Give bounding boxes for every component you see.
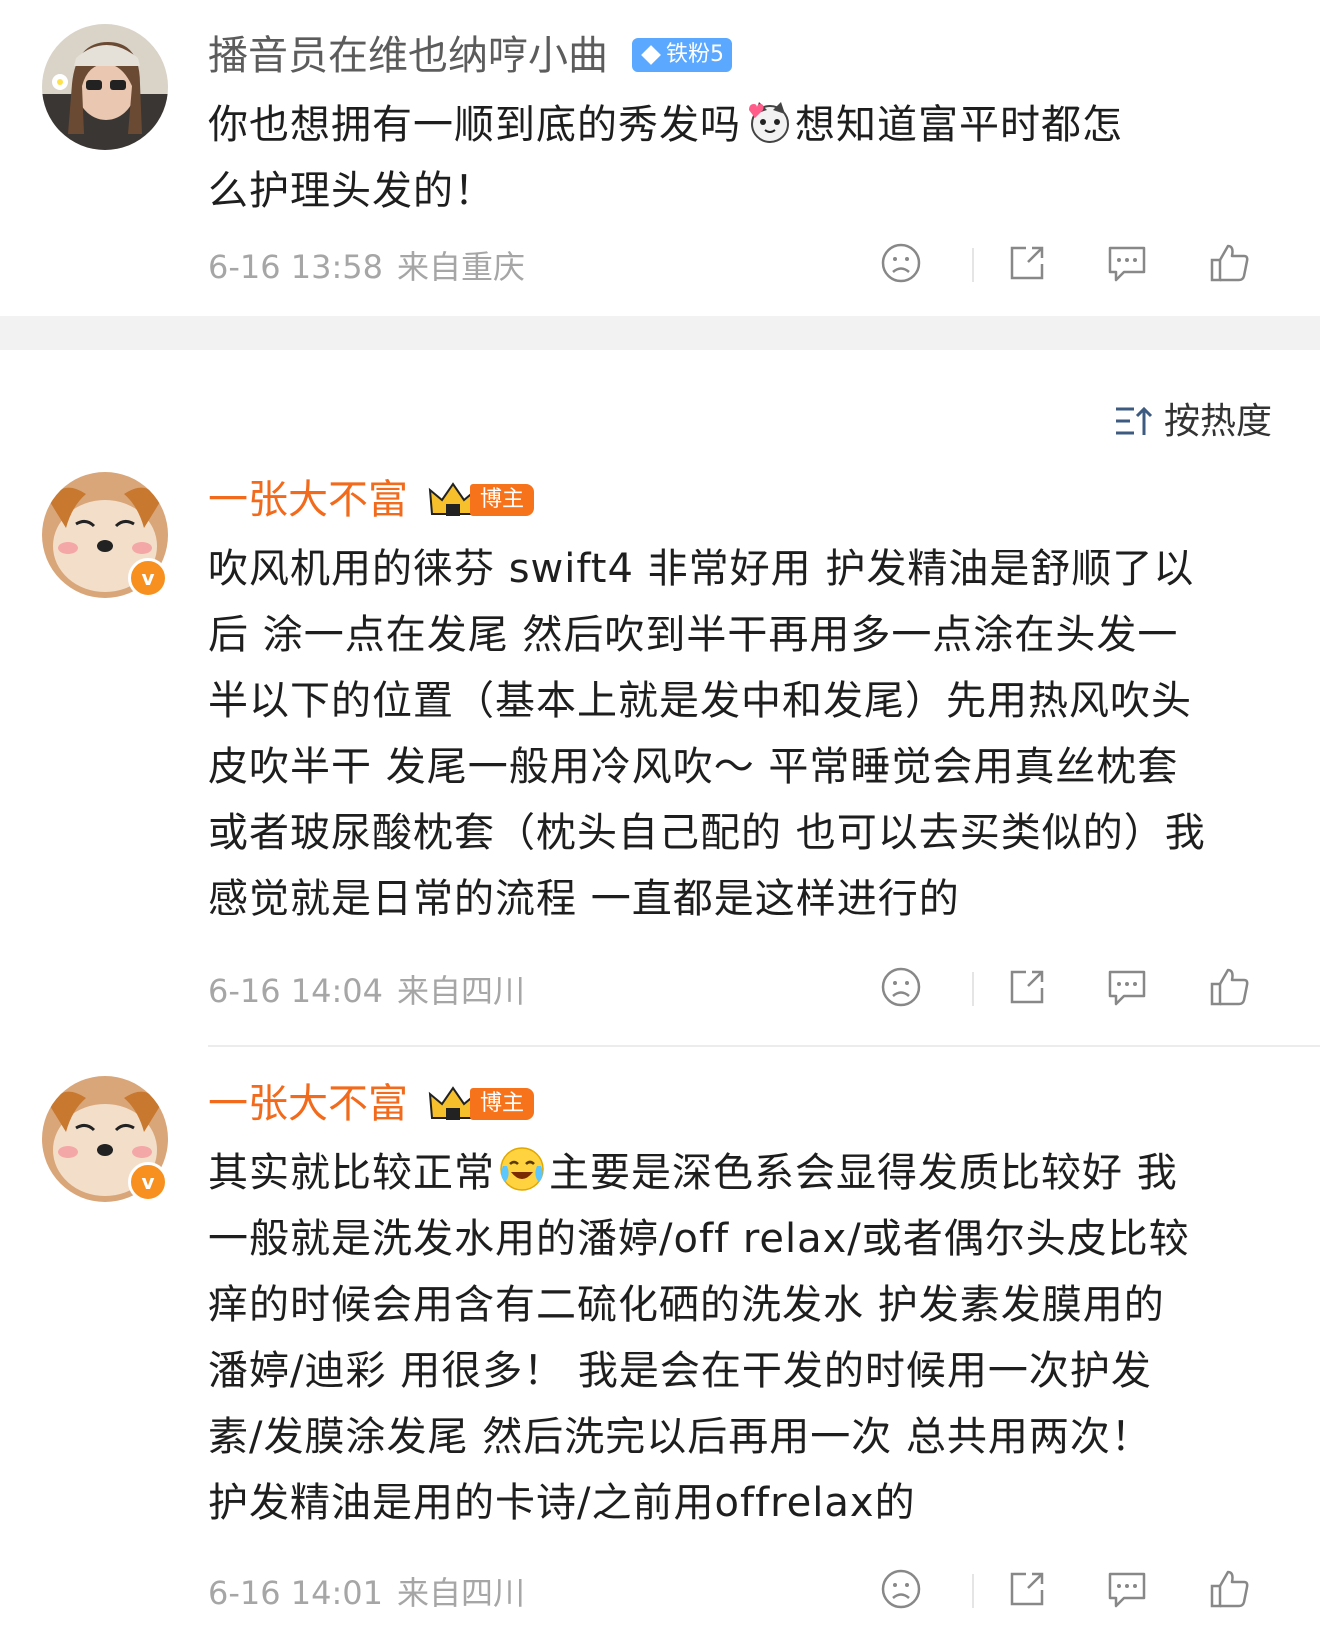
host-badge: 博主 <box>428 480 538 520</box>
like-button[interactable] <box>1206 964 1252 1010</box>
comment-username[interactable]: 一张大不富 <box>208 474 408 526</box>
host-badge: 博主 <box>428 1084 538 1124</box>
comment-meta: 6-16 14:04 来自四川 <box>208 966 525 1012</box>
comment-text-line: 后 涂一点在发尾 然后吹到半干再用多一点涂在头发一 <box>208 612 1179 658</box>
sad-face-icon <box>881 1569 921 1609</box>
comment-separator <box>208 1045 1320 1047</box>
comment-text-line: 其实就比较正常 主要是深色系会显得发质比较好 我 <box>208 1140 1268 1206</box>
fan-level-badge: 铁粉5 <box>632 38 732 72</box>
comment-button[interactable] <box>1104 964 1150 1010</box>
avatar[interactable] <box>42 24 168 150</box>
post-text: 你也想拥有一顺到底的秀发吗 想知道富平时都怎 么护理头发的！ <box>208 92 1268 224</box>
cat-heart-emoji <box>749 102 789 143</box>
comment-location: 来自四川 <box>397 972 526 1010</box>
comment-actions <box>878 1566 1278 1616</box>
comment-text-line: 半以下的位置（基本上就是发中和发尾）先用热风吹头 <box>208 678 1192 724</box>
comment-username[interactable]: 一张大不富 <box>208 1078 408 1130</box>
sort-toggle[interactable]: 按热度 <box>1114 392 1272 444</box>
dislike-button[interactable] <box>878 240 924 286</box>
sad-face-icon <box>881 967 921 1007</box>
comment-text-line: 皮吹半干 发尾一般用冷风吹～ 平常睡觉会用真丝枕套 <box>208 744 1179 790</box>
comment-text-line: 潘婷/迪彩 用很多！ 我是会在干发的时候用一次护发 <box>208 1348 1152 1394</box>
comment-text: 吹风机用的徕芬 swift4 非常好用 护发精油是舒顺了以 后 涂一点在发尾 然… <box>208 536 1268 932</box>
like-button[interactable] <box>1206 240 1252 286</box>
sort-label: 按热度 <box>1163 401 1272 442</box>
comment-text-line: 一般就是洗发水用的潘婷/off relax/或者偶尔头皮比较 <box>208 1216 1190 1262</box>
sort-icon <box>1115 406 1153 435</box>
comment-actions <box>878 964 1278 1014</box>
comment-text-line: 素/发膜涂发尾 然后洗完以后再用一次 总共用两次！ <box>208 1414 1152 1460</box>
share-button[interactable] <box>1004 1566 1050 1612</box>
share-button[interactable] <box>1004 964 1050 1010</box>
crying-laughing-emoji <box>500 1147 544 1191</box>
comment-text: 其实就比较正常 主要是深色系会显得发质比较好 我 一般就是洗发水用的潘婷/off … <box>208 1140 1268 1536</box>
post-actions <box>878 240 1278 290</box>
comment-text-line: 吹风机用的徕芬 swift4 非常好用 护发精油是舒顺了以 <box>208 546 1195 592</box>
verified-badge: v <box>128 558 168 598</box>
post-text-line: 么护理头发的！ <box>208 168 495 214</box>
comment-meta: 6-16 14:01 来自四川 <box>208 1568 525 1614</box>
action-divider <box>972 1574 974 1608</box>
comment-date: 6-16 14:01 <box>208 1574 384 1612</box>
post-date: 6-16 13:58 <box>208 248 384 286</box>
thumbs-up-icon <box>1210 1570 1249 1608</box>
dislike-button[interactable] <box>878 964 924 1010</box>
diamond-icon <box>641 45 661 65</box>
comment-icon <box>1108 1572 1146 1608</box>
comment-button[interactable] <box>1104 1566 1150 1612</box>
comment-text-line: 护发精油是用的卡诗/之前用offrelax的 <box>208 1480 916 1526</box>
comment-icon <box>1108 246 1146 282</box>
verified-badge: v <box>128 1162 168 1202</box>
post-meta: 6-16 13:58 来自重庆 <box>208 242 525 288</box>
comment-location: 来自四川 <box>397 1574 526 1612</box>
comment-button[interactable] <box>1104 240 1150 286</box>
comment-date: 6-16 14:04 <box>208 972 384 1010</box>
post-text-line: 你也想拥有一顺到底的秀发吗 想知道富平时都怎 <box>208 92 1268 158</box>
dislike-button[interactable] <box>878 1566 924 1612</box>
action-divider <box>972 248 974 282</box>
thumbs-up-icon <box>1210 244 1249 282</box>
sad-face-icon <box>881 243 921 283</box>
post-location: 来自重庆 <box>397 248 526 286</box>
share-icon <box>1010 246 1044 280</box>
share-icon <box>1010 1572 1044 1606</box>
thumbs-up-icon <box>1210 968 1249 1006</box>
comment-text-line: 痒的时候会用含有二硫化硒的洗发水 护发素发膜用的 <box>208 1282 1165 1328</box>
like-button[interactable] <box>1206 1566 1252 1612</box>
share-button[interactable] <box>1004 240 1050 286</box>
comment-text-line: 或者玻尿酸枕套（枕头自己配的 也可以去买类似的）我 <box>208 810 1206 856</box>
section-divider <box>0 316 1320 350</box>
comment-text-line: 感觉就是日常的流程 一直都是这样进行的 <box>208 876 960 922</box>
post-username[interactable]: 播音员在维也纳哼小曲 <box>208 30 608 82</box>
share-icon <box>1010 970 1044 1004</box>
comment-icon <box>1108 970 1146 1006</box>
action-divider <box>972 972 974 1006</box>
